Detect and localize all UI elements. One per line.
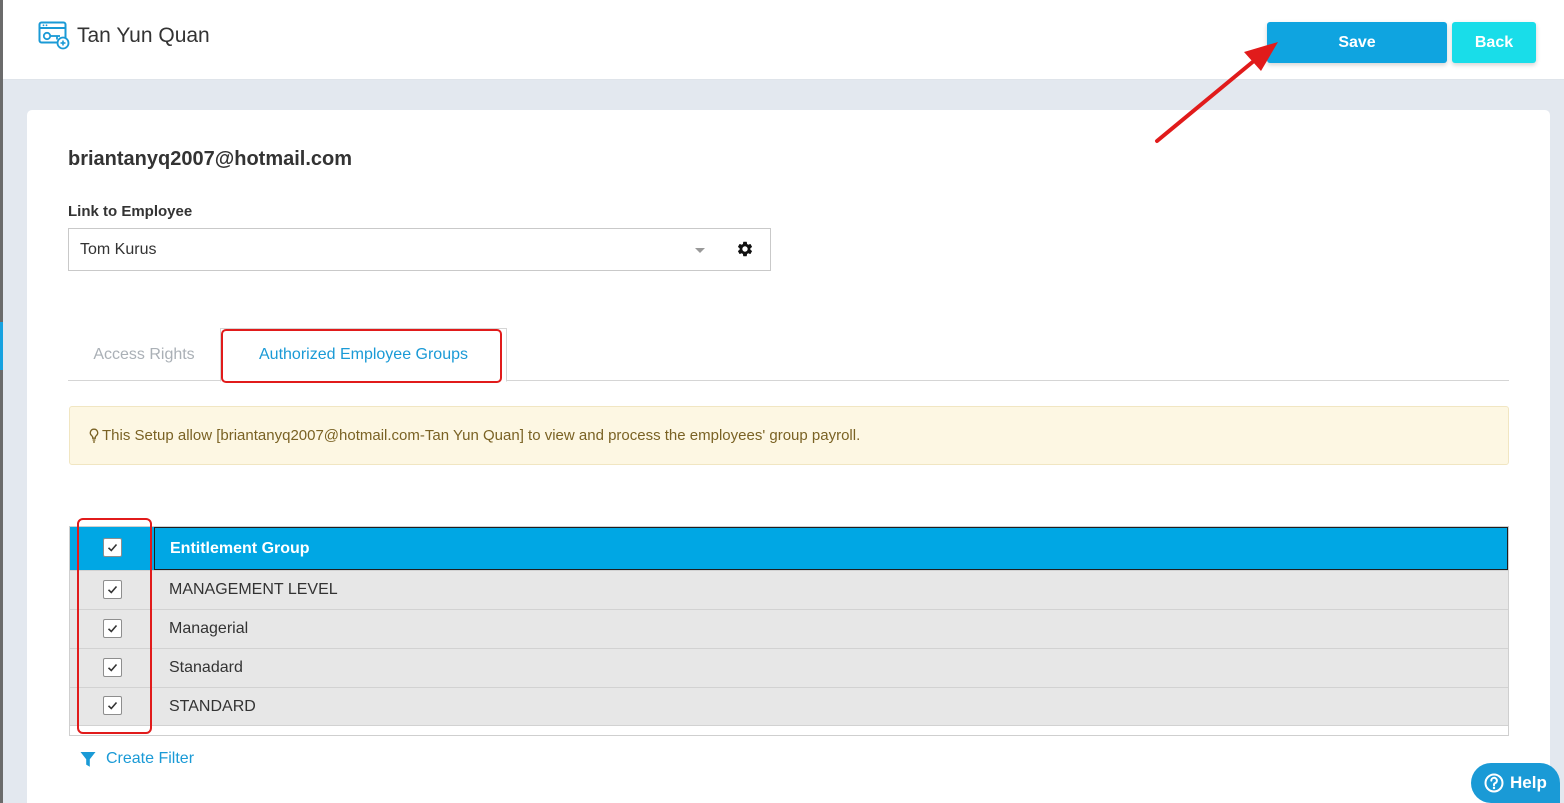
row-label: MANAGEMENT LEVEL bbox=[169, 581, 338, 598]
employee-select[interactable]: Tom Kurus bbox=[68, 228, 771, 271]
link-to-employee-label: Link to Employee bbox=[68, 203, 193, 220]
row-label: Stanadard bbox=[169, 659, 243, 676]
gear-icon[interactable] bbox=[736, 240, 754, 258]
create-filter-link[interactable]: Create Filter bbox=[80, 748, 194, 770]
notice-text: This Setup allow [briantanyq2007@hotmail… bbox=[102, 427, 861, 444]
employee-select-value: Tom Kurus bbox=[80, 241, 157, 258]
info-notice: This Setup allow [briantanyq2007@hotmail… bbox=[69, 406, 1509, 465]
main-card: briantanyq2007@hotmail.com Link to Emplo… bbox=[27, 110, 1550, 803]
table-row[interactable]: Managerial bbox=[70, 609, 1508, 648]
annotation-highlight-tab bbox=[221, 329, 502, 383]
row-label: STANDARD bbox=[169, 698, 256, 715]
annotation-highlight-checkboxes bbox=[77, 518, 152, 734]
entitlement-group-table: Entitlement Group MANAGEMENT LEVEL Manag… bbox=[69, 526, 1509, 736]
left-edge-bar bbox=[0, 0, 3, 803]
help-button[interactable]: Help bbox=[1471, 763, 1560, 803]
user-key-card-icon bbox=[38, 21, 70, 50]
row-label: Managerial bbox=[169, 620, 249, 637]
question-circle-icon bbox=[1484, 773, 1504, 793]
table-row[interactable]: MANAGEMENT LEVEL bbox=[70, 570, 1508, 609]
table-header: Entitlement Group bbox=[70, 527, 1508, 570]
help-label: Help bbox=[1510, 773, 1547, 792]
user-email: briantanyq2007@hotmail.com bbox=[68, 148, 353, 170]
table-row[interactable]: Stanadard bbox=[70, 648, 1508, 687]
back-button[interactable]: Back bbox=[1452, 22, 1536, 63]
save-button[interactable]: Save bbox=[1267, 22, 1447, 63]
table-row[interactable]: STANDARD bbox=[70, 687, 1508, 726]
page-title: Tan Yun Quan bbox=[77, 24, 210, 47]
filter-icon bbox=[80, 751, 96, 767]
tab-access-rights[interactable]: Access Rights bbox=[68, 328, 220, 381]
left-edge-accent bbox=[0, 322, 3, 370]
column-header-entitlement-group[interactable]: Entitlement Group bbox=[154, 527, 1508, 570]
create-filter-label: Create Filter bbox=[106, 750, 195, 767]
caret-down-icon[interactable] bbox=[695, 248, 705, 253]
lightbulb-icon bbox=[89, 428, 99, 443]
